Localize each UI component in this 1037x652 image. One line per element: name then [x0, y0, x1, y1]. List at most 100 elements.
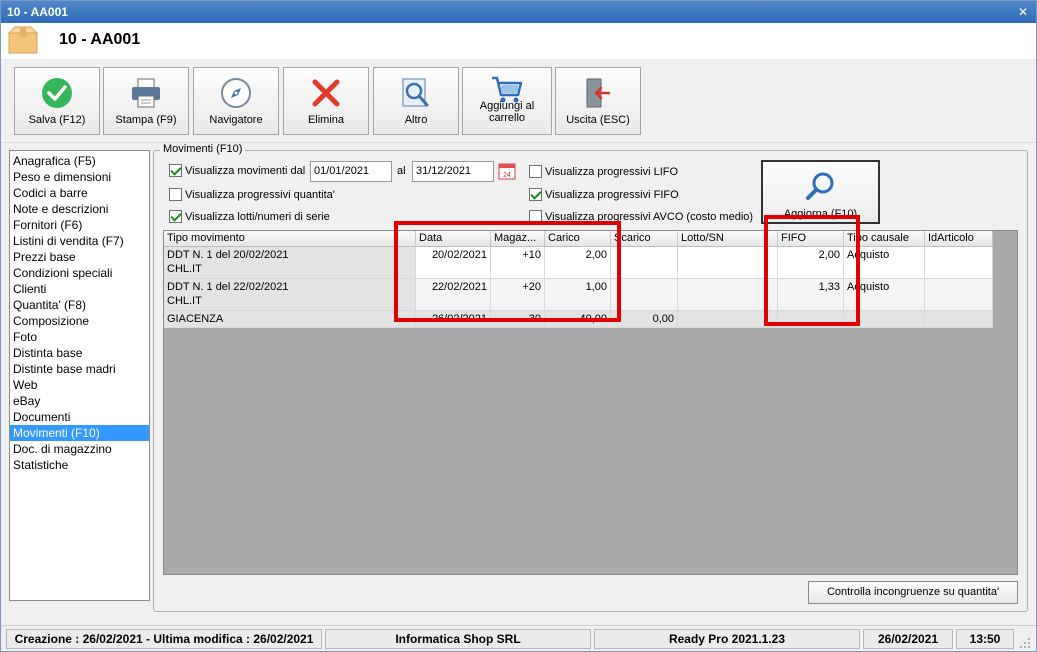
exit-button[interactable]: Uscita (ESC): [555, 67, 641, 135]
cell-tipo: DDT N. 1 del 22/02/2021 CHL.IT: [164, 279, 416, 311]
status-info: Creazione : 26/02/2021 - Ultima modifica…: [6, 629, 322, 649]
close-icon[interactable]: ✕: [1016, 1, 1030, 23]
date-to-input[interactable]: 31/12/2021: [412, 161, 494, 182]
lots-box[interactable]: [169, 210, 182, 223]
col-header-scarico[interactable]: Scarico: [611, 231, 678, 247]
date-to-label: al: [397, 165, 406, 177]
nav-item-doc-magazzino[interactable]: Doc. di magazzino: [10, 441, 149, 457]
status-date: 26/02/2021: [863, 629, 953, 649]
nav-item-distinte-madri[interactable]: Distinte base madri: [10, 361, 149, 377]
delete-label: Elimina: [307, 114, 345, 126]
status-bar: Creazione : 26/02/2021 - Ultima modifica…: [1, 625, 1036, 651]
cell-idarticolo: [925, 247, 993, 279]
nav-item-composizione[interactable]: Composizione: [10, 313, 149, 329]
nav-item-statistiche[interactable]: Statistiche: [10, 457, 149, 473]
prog-qty-box[interactable]: [169, 188, 182, 201]
calendar-icon[interactable]: 24: [498, 162, 516, 180]
cell-data: 22/02/2021: [416, 279, 491, 311]
cell-idarticolo: [925, 311, 993, 328]
toolbar: Salva (F12) Stampa (F9) Navigatore Elimi…: [1, 59, 1036, 143]
save-label: Salva (F12): [28, 114, 86, 126]
check-inconsistencies-button[interactable]: Controlla incongruenze su quantita': [808, 581, 1018, 604]
print-label: Stampa (F9): [115, 114, 177, 126]
exit-label: Uscita (ESC): [566, 114, 630, 126]
resize-grip-icon[interactable]: [1019, 637, 1031, 649]
avco-checkbox[interactable]: Visualizza progressivi AVCO (costo medio…: [529, 209, 753, 225]
nav-item-condizioni[interactable]: Condizioni speciali: [10, 265, 149, 281]
nav-item-peso[interactable]: Peso e dimensioni: [10, 169, 149, 185]
nav-item-ebay[interactable]: eBay: [10, 393, 149, 409]
other-label: Altro: [404, 114, 428, 126]
title-bar[interactable]: 10 - AA001 ✕: [1, 1, 1036, 23]
cell-fifo: 2,00: [778, 247, 844, 279]
refresh-label: Aggiorna (F10): [783, 208, 858, 220]
cell-tipo-line2: CHL.IT: [167, 263, 202, 275]
window-title: 10 - AA001: [7, 5, 68, 19]
print-button[interactable]: Stampa (F9): [103, 67, 189, 135]
lifo-box[interactable]: [529, 165, 542, 178]
col-header-carico[interactable]: Carico: [545, 231, 611, 247]
nav-item-codici[interactable]: Codici a barre: [10, 185, 149, 201]
nav-item-fornitori[interactable]: Fornitori (F6): [10, 217, 149, 233]
nav-item-listini[interactable]: Listini di vendita (F7): [10, 233, 149, 249]
cell-data: 26/02/2021: [416, 311, 491, 328]
cell-carico: 1,00: [545, 279, 611, 311]
col-header-magaz[interactable]: Magaz...: [491, 231, 545, 247]
cell-causale: [844, 311, 925, 328]
printer-icon: [132, 78, 160, 108]
delete-button[interactable]: Elimina: [283, 67, 369, 135]
cell-carico: 40,00: [545, 311, 611, 328]
save-button[interactable]: Salva (F12): [14, 67, 100, 135]
cell-lotto: [678, 247, 778, 279]
prog-qty-label: Visualizza progressivi quantita': [185, 189, 335, 201]
nav-item-distinta-base[interactable]: Distinta base: [10, 345, 149, 361]
nav-item-movimenti[interactable]: Movimenti (F10): [10, 425, 149, 441]
svg-text:24: 24: [503, 172, 511, 179]
nav-item-web[interactable]: Web: [10, 377, 149, 393]
cell-fifo: [778, 311, 844, 328]
show-movements-label: Visualizza movimenti dal: [185, 165, 306, 177]
col-header-data[interactable]: Data: [416, 231, 491, 247]
nav-item-quantita[interactable]: Quantita' (F8): [10, 297, 149, 313]
show-movements-box[interactable]: [169, 164, 182, 177]
col-header-idarticolo[interactable]: IdArticolo: [925, 231, 993, 247]
col-header-fifo[interactable]: FIFO: [778, 231, 844, 247]
refresh-button[interactable]: Aggiorna (F10): [761, 160, 880, 224]
cell-causale: Acquisto: [844, 279, 925, 311]
fifo-label: Visualizza progressivi FIFO: [545, 189, 679, 201]
fifo-box[interactable]: [529, 188, 542, 201]
col-header-causale[interactable]: Tipo causale: [844, 231, 925, 247]
prog-qty-checkbox[interactable]: Visualizza progressivi quantita': [169, 187, 335, 203]
nav-item-documenti[interactable]: Documenti: [10, 409, 149, 425]
cell-magaz: +10: [491, 247, 545, 279]
nav-item-note[interactable]: Note e descrizioni: [10, 201, 149, 217]
cell-magaz: +20: [491, 279, 545, 311]
app-window: 10 - AA001 ✕ 10 - AA001 Salva (F12) Stam…: [0, 0, 1037, 652]
fifo-checkbox[interactable]: Visualizza progressivi FIFO: [529, 187, 679, 203]
avco-box[interactable]: [529, 210, 542, 223]
nav-item-clienti[interactable]: Clienti: [10, 281, 149, 297]
cell-tipo: GIACENZA: [164, 311, 416, 328]
other-button[interactable]: Altro: [373, 67, 459, 135]
nav-item-prezzi-base[interactable]: Prezzi base: [10, 249, 149, 265]
nav-item-foto[interactable]: Foto: [10, 329, 149, 345]
cell-carico: 2,00: [545, 247, 611, 279]
movements-grid[interactable]: Tipo movimento Data Magaz... Carico Scar…: [163, 230, 1018, 575]
section-nav-list[interactable]: Anagrafica (F5) Peso e dimensioni Codici…: [9, 150, 150, 601]
delete-x-icon: [312, 79, 340, 107]
lifo-checkbox[interactable]: Visualizza progressivi LIFO: [529, 164, 678, 180]
search-icon: [806, 172, 834, 200]
add-to-cart-button[interactable]: Aggiungi al carrello: [462, 67, 552, 135]
cell-fifo: 1,33: [778, 279, 844, 311]
lots-checkbox[interactable]: Visualizza lotti/numeri di serie: [169, 209, 330, 225]
avco-label: Visualizza progressivi AVCO (costo medio…: [545, 211, 754, 223]
cell-tipo-line1: DDT N. 1 del 22/02/2021: [167, 281, 289, 293]
show-movements-checkbox[interactable]: Visualizza movimenti dal: [169, 163, 305, 179]
cell-tipo-line1: DDT N. 1 del 20/02/2021: [167, 249, 289, 261]
nav-item-anagrafica[interactable]: Anagrafica (F5): [10, 153, 149, 169]
date-from-input[interactable]: 01/01/2021: [310, 161, 392, 182]
col-header-tipo[interactable]: Tipo movimento: [164, 231, 396, 247]
cell-data: 20/02/2021: [416, 247, 491, 279]
navigator-button[interactable]: Navigatore: [193, 67, 279, 135]
col-header-lotto[interactable]: Lotto/SN: [678, 231, 778, 247]
